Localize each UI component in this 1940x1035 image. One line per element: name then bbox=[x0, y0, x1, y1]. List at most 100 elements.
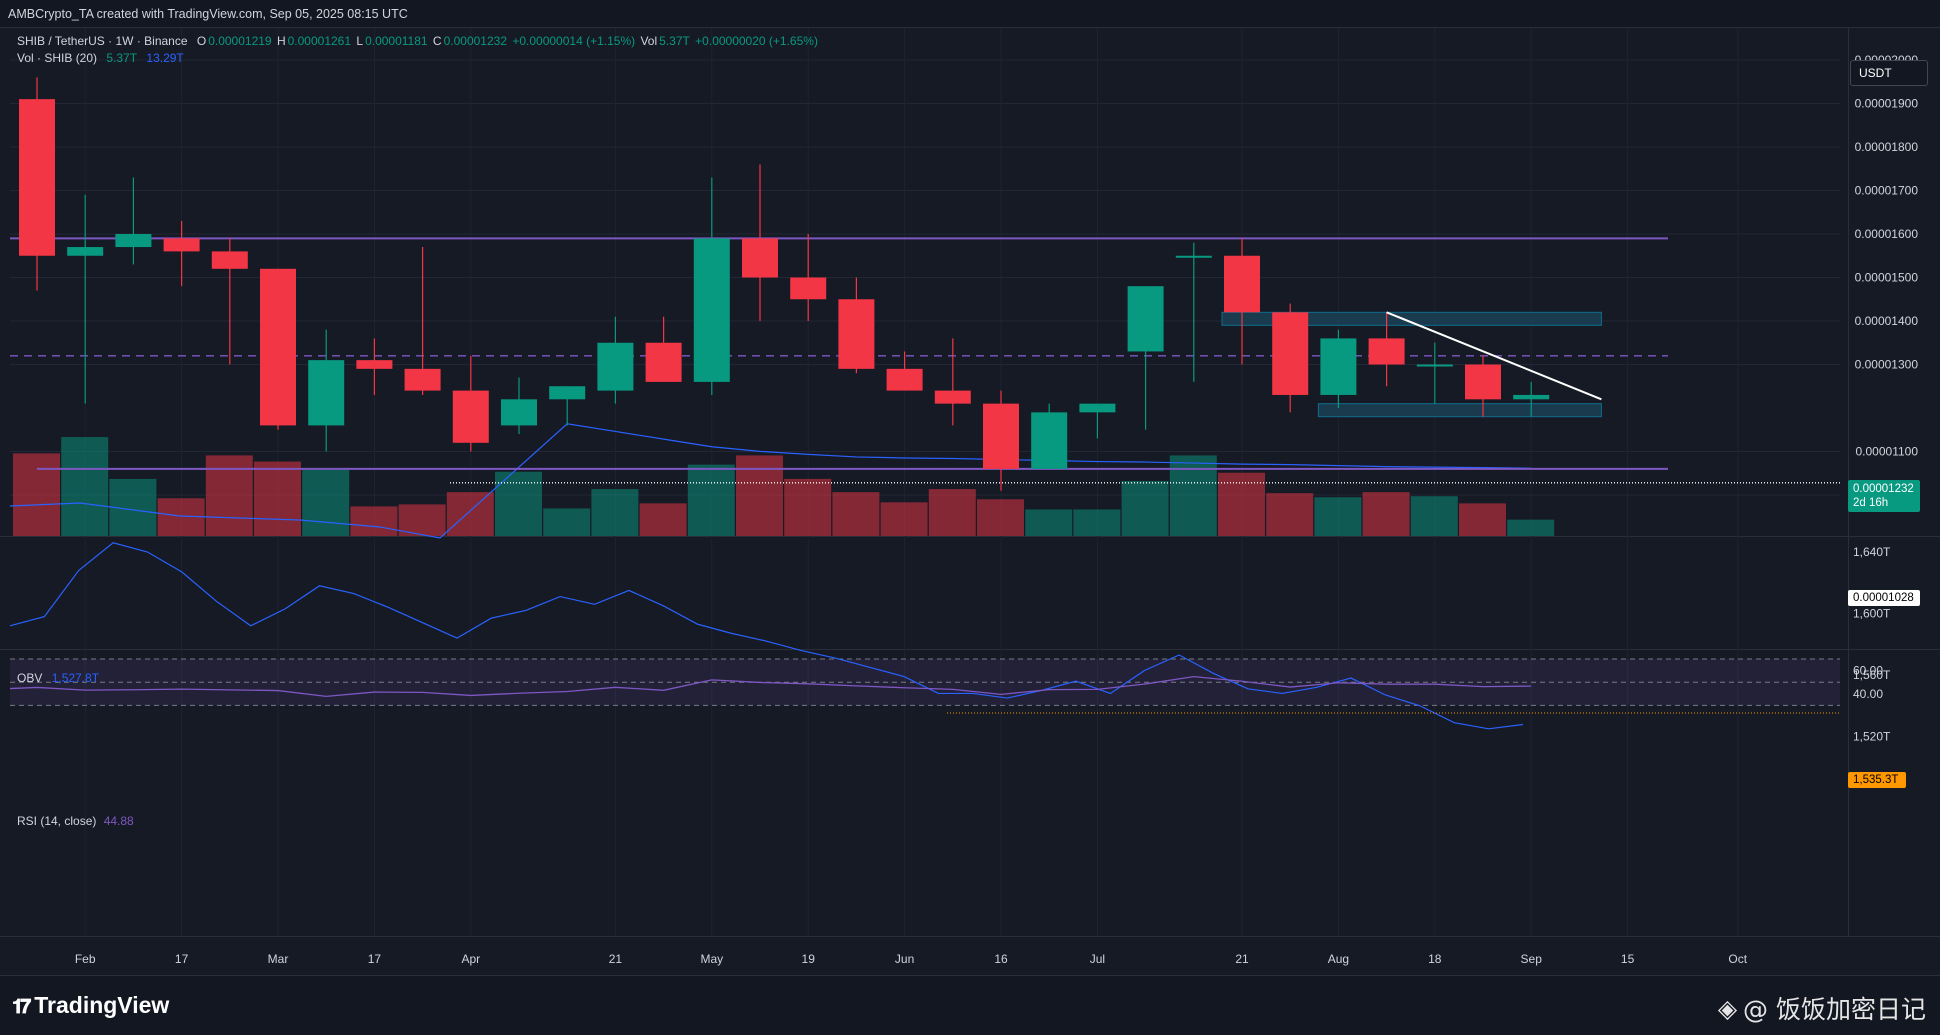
x-tick-label: Sep bbox=[1521, 952, 1543, 966]
obv-tick-label: 1,640T bbox=[1853, 545, 1891, 559]
candle-body bbox=[67, 247, 104, 256]
candle-body bbox=[1320, 338, 1357, 395]
high-value: 0.00001261 bbox=[287, 34, 352, 48]
candle-body bbox=[1127, 286, 1164, 352]
volume-bars bbox=[9, 423, 1555, 539]
candle-body bbox=[645, 342, 682, 382]
x-tick-label: Mar bbox=[268, 952, 289, 966]
volume-bar bbox=[302, 469, 350, 536]
currency-label: USDT bbox=[1859, 66, 1892, 80]
x-tick-label: 15 bbox=[1621, 952, 1635, 966]
close-label: C bbox=[432, 34, 442, 48]
volume-indicator-label: Vol · SHIB (20) bbox=[17, 51, 98, 65]
volume-bar bbox=[1073, 509, 1121, 536]
x-tick-label: Jul bbox=[1090, 952, 1105, 966]
volume-bar bbox=[1459, 503, 1506, 536]
watermark: ◈ @ 饭饭加密日记 bbox=[1718, 990, 1926, 1026]
y-tick-label: 0.00001900 bbox=[1855, 97, 1919, 111]
candle-body bbox=[1416, 364, 1453, 367]
chart-area[interactable]: 0.000020000.000019000.000018000.00001700… bbox=[0, 28, 1940, 975]
candle-body bbox=[19, 99, 55, 256]
y-tick-label: 0.00001500 bbox=[1855, 271, 1919, 285]
y-tick-label: 0.00001400 bbox=[1855, 314, 1919, 328]
volume-bar bbox=[13, 453, 60, 536]
rsi-band bbox=[10, 658, 1840, 706]
vol-value: 5.37T bbox=[659, 34, 690, 48]
vol-label: Vol bbox=[640, 34, 658, 48]
y-tick-label: 0.00001100 bbox=[1855, 445, 1918, 459]
close-value: 0.00001232 bbox=[443, 34, 507, 48]
volume-legend: Vol · SHIB (20) 5.37T 13.29T bbox=[17, 51, 186, 65]
currency-button[interactable]: USDT bbox=[1850, 60, 1928, 86]
y-tick-label: 0.00001800 bbox=[1855, 140, 1919, 154]
obv-value: 1,527.8T bbox=[51, 671, 100, 685]
candle-body bbox=[1175, 255, 1212, 258]
high-label: H bbox=[276, 34, 286, 48]
candle-body bbox=[211, 251, 248, 269]
low-value: 0.00001181 bbox=[365, 34, 428, 48]
volume-bar bbox=[1169, 455, 1217, 536]
candles bbox=[19, 77, 1602, 491]
open-label: O bbox=[196, 34, 207, 48]
x-tick-label: Jun bbox=[895, 952, 914, 966]
volume-bar bbox=[1362, 492, 1410, 536]
candle-body bbox=[308, 360, 345, 426]
obv-level-value: 1,535.3T bbox=[1853, 774, 1899, 786]
candle-body bbox=[260, 268, 296, 426]
obv-level-tag: 1,535.3T bbox=[1848, 772, 1906, 788]
x-tick-label: 16 bbox=[994, 952, 1008, 966]
price-legend: SHIB / TetherUS · 1W · Binance O 0.000012… bbox=[17, 34, 820, 48]
candle-body bbox=[1513, 394, 1550, 400]
x-tick-label: Feb bbox=[75, 952, 96, 966]
candle-body bbox=[1031, 412, 1068, 469]
y-tick-label: 0.00001600 bbox=[1855, 227, 1919, 241]
open-value: 0.00001219 bbox=[208, 34, 272, 48]
vol-change-value: +0.00000020 (+1.65%) bbox=[695, 34, 818, 48]
volume-bar bbox=[832, 492, 880, 536]
x-tick-label: 21 bbox=[1235, 952, 1249, 966]
low-label: L bbox=[356, 34, 364, 48]
chart-canvas[interactable]: 0.000020000.000019000.000018000.00001700… bbox=[0, 28, 1940, 975]
candle-body bbox=[742, 238, 778, 278]
last-price-value: 0.00001232 bbox=[1853, 483, 1914, 495]
candle-body bbox=[1465, 364, 1501, 400]
obv-tick-label: 1,520T bbox=[1853, 730, 1891, 744]
line-price-value: 0.00001028 bbox=[1853, 592, 1914, 604]
volume-bar bbox=[639, 503, 687, 536]
pane-separator bbox=[0, 536, 1940, 537]
volume-bar bbox=[446, 492, 494, 536]
brand-name: TradingView bbox=[34, 992, 170, 1018]
volume-bar bbox=[687, 464, 735, 536]
volume-bar bbox=[784, 478, 832, 536]
volume-bar bbox=[254, 461, 301, 536]
rsi-legend: RSI (14, close) 44.88 bbox=[17, 814, 136, 828]
obv-label: OBV bbox=[17, 671, 43, 685]
header-text: AMBCrypto_TA created with TradingView.co… bbox=[8, 7, 408, 21]
pane-separator bbox=[0, 936, 1940, 937]
volume-bar bbox=[591, 489, 639, 536]
volume-bar bbox=[1314, 497, 1362, 536]
y-tick-label: 0.00001700 bbox=[1855, 184, 1919, 198]
brand-logo[interactable]: 𝟏𝟕 TradingView bbox=[12, 992, 169, 1019]
candle-body bbox=[838, 299, 875, 369]
zone bbox=[1317, 403, 1602, 418]
candle-body bbox=[501, 399, 537, 426]
volume-bar bbox=[736, 455, 783, 536]
x-tick-label: Oct bbox=[1728, 952, 1747, 966]
watermark-text: @ 饭饭加密日记 bbox=[1743, 995, 1926, 1024]
candle-body bbox=[983, 403, 1019, 469]
candle-body bbox=[693, 238, 730, 382]
rsi-label: RSI (14, close) bbox=[17, 814, 97, 828]
candle-body bbox=[549, 386, 586, 400]
countdown-value: 2d 16h bbox=[1853, 497, 1889, 509]
symbol-label: SHIB / TetherUS · 1W · Binance bbox=[17, 34, 188, 48]
rsi-tick-label: 60.00 bbox=[1853, 664, 1883, 678]
rsi-tick-label: 40.00 bbox=[1853, 687, 1883, 701]
candle-body bbox=[1368, 338, 1405, 365]
change-value: +0.00000014 (+1.15%) bbox=[512, 34, 636, 48]
x-tick-label: May bbox=[700, 952, 723, 966]
candle-body bbox=[886, 368, 923, 391]
x-tick-label: 18 bbox=[1428, 952, 1442, 966]
tradingview-logo-icon: 𝟏𝟕 bbox=[12, 993, 31, 1018]
x-tick-label: Apr bbox=[461, 952, 480, 966]
